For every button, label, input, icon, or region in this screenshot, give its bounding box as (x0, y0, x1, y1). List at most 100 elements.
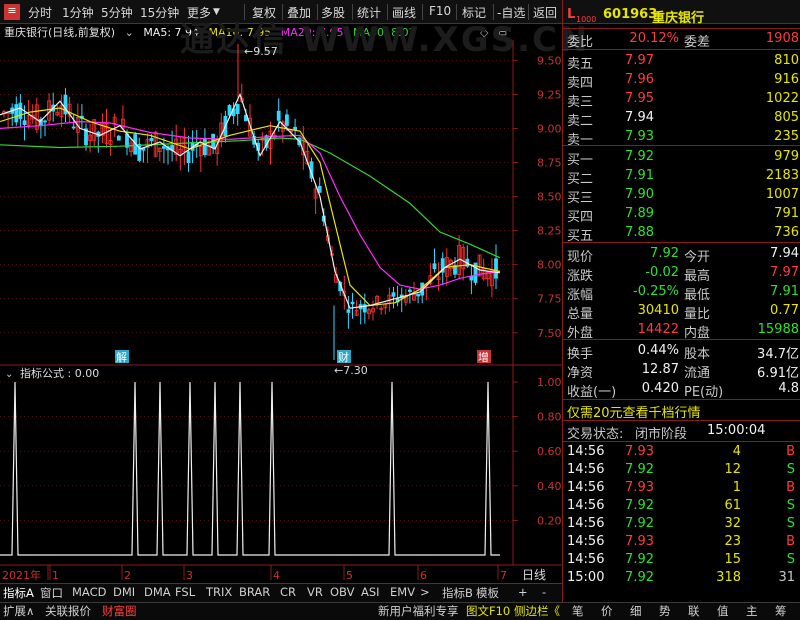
candle-body (149, 138, 154, 142)
footer-link[interactable]: 关联报价 (45, 603, 91, 619)
l-badge: L (567, 7, 576, 22)
tick-vol: 1 (732, 480, 741, 495)
indicator-tab[interactable]: - (542, 585, 546, 599)
footer-link[interactable]: 图文F10 (466, 603, 510, 619)
footer-link[interactable]: 财富圈 (102, 603, 137, 619)
indicator-tab[interactable]: CR (280, 585, 296, 599)
footer-tab[interactable]: 价 (601, 603, 613, 619)
tab-more[interactable]: 更多 (187, 4, 211, 21)
indicator-tab[interactable]: OBV (330, 585, 354, 599)
ask-row[interactable]: 卖四 7.96 916 (567, 71, 799, 91)
footer-tab[interactable]: 值 (717, 603, 729, 619)
footer-link[interactable]: 新用户福利专享 (378, 603, 459, 619)
footer-tab[interactable]: 筹 (775, 603, 787, 619)
bid-price: 7.90 (625, 187, 654, 202)
tick-price: 7.92 (625, 516, 654, 531)
footer-link[interactable]: 侧边栏《 (514, 603, 560, 619)
tick-time: 14:56 (567, 498, 605, 513)
indicator-axis-label: 0.60 (537, 445, 562, 458)
footer-tab[interactable]: 细 (630, 603, 642, 619)
kline-chart[interactable]: 9.50 9.25 9.00 8.75 8.50 8.25 8.00 7.75 7.50 ←9.5… (0, 40, 562, 585)
webi-label: 委比 (567, 35, 594, 50)
stat-value: 30410 (637, 303, 679, 318)
stat-row: 涨幅 -0.25% 最低 7.91 (567, 283, 799, 303)
tick-price: 7.92 (625, 552, 654, 567)
trade-status: 闭市阶段 (635, 427, 688, 442)
chevron-down-icon[interactable]: ▼ (213, 7, 220, 17)
bid-row[interactable]: 买三 7.90 1007 (567, 186, 799, 206)
stat-value: 7.91 (770, 284, 799, 299)
tick-row: 15:00 7.92 318 31 (567, 569, 799, 588)
ask-row[interactable]: 卖五 7.97 810 (567, 52, 799, 72)
candle-body (293, 126, 298, 131)
event-marker[interactable]: 财 (338, 350, 349, 364)
btn-biaoji[interactable]: 标记 (462, 4, 486, 21)
btn-zixuan[interactable]: -自选 (497, 4, 525, 21)
price-axis-label: 8.50 (537, 191, 562, 204)
tab-15min[interactable]: 15分钟 (140, 4, 179, 21)
indicator-tab[interactable]: 模板 (476, 585, 499, 601)
btn-huaxian[interactable]: 画线 (392, 4, 416, 21)
indicator-tab[interactable]: DMI (113, 585, 135, 599)
bid-row[interactable]: 买二 7.91 2183 (567, 167, 799, 187)
footer-tab[interactable]: 主 (746, 603, 758, 619)
promo-link[interactable]: 仅需20元查看千档行情 (567, 402, 701, 421)
btn-fuquan[interactable]: 复权 (252, 4, 276, 21)
tick-time: 14:56 (567, 480, 605, 495)
promo-row[interactable]: 仅需20元查看千档行情 (567, 401, 799, 421)
ma-toggle-icon[interactable]: ⌄ (125, 26, 134, 39)
bid-label: 买一 (567, 153, 594, 168)
footer-tab[interactable]: 势 (659, 603, 671, 619)
indicator-tab[interactable]: DMA (144, 585, 171, 599)
tab-1min[interactable]: 1分钟 (62, 4, 94, 21)
indicator-tab[interactable]: 指标A (3, 585, 34, 601)
footer-tab[interactable]: 联 (688, 603, 700, 619)
footer-link[interactable]: 扩展∧ (3, 603, 34, 619)
tick-time: 15:00 (567, 570, 605, 585)
stat-value: 6.91亿 (757, 366, 799, 381)
indicator-tab[interactable]: BRAR (239, 585, 270, 599)
indicator-toggle-icon[interactable]: ⌄ (5, 369, 13, 380)
btn-f10[interactable]: F10 (429, 4, 451, 18)
indicator-tab[interactable]: VR (307, 585, 323, 599)
bid-vol: 2183 (765, 168, 799, 183)
indicator-tab[interactable]: FSL (175, 585, 195, 599)
indicator-tab[interactable]: + (518, 585, 528, 599)
price-axis-label: 9.25 (537, 88, 562, 101)
stat-row: 净资 12.87 流通 6.91亿 (567, 361, 799, 381)
indicator-tab[interactable]: EMV (390, 585, 415, 599)
indicator-tab[interactable]: 窗口 (40, 585, 63, 601)
ask-label: 卖二 (567, 114, 594, 129)
price-axis-label: 8.75 (537, 157, 562, 170)
event-marker[interactable]: 增 (478, 350, 489, 364)
tick-time: 14:56 (567, 534, 605, 549)
tick-vol: 32 (724, 516, 741, 531)
indicator-tab[interactable]: TRIX (206, 585, 232, 599)
ask-row[interactable]: 卖三 7.95 1022 (567, 90, 799, 110)
btn-back[interactable]: 返回 (533, 4, 557, 21)
tab-fenshi[interactable]: 分时 (28, 4, 52, 21)
bid-row[interactable]: 买四 7.89 791 (567, 205, 799, 225)
footer-bar: 扩展∧ 关联报价 财富圈 新用户福利专享 图文F10 侧边栏《笔 价 细 势 联 值 主 筹 (0, 602, 800, 620)
btn-duogu[interactable]: 多股 (321, 4, 345, 21)
menu-icon[interactable]: ≡ (4, 4, 20, 20)
stat-label: 最低 (684, 288, 711, 303)
indicator-tab[interactable]: MACD (72, 585, 106, 599)
event-marker[interactable]: 解 (116, 350, 127, 364)
period-label[interactable]: 日线 (522, 566, 546, 583)
candle-body (71, 126, 76, 129)
bid-row[interactable]: 买五 7.88 736 (567, 224, 799, 244)
btn-diejia[interactable]: 叠加 (287, 4, 311, 21)
ask-row[interactable]: 卖二 7.94 805 (567, 109, 799, 129)
bid-row[interactable]: 买一 7.92 979 (567, 148, 799, 168)
btn-tongji[interactable]: 统计 (357, 4, 381, 21)
collapse-icon[interactable]: ⊟ (498, 25, 507, 38)
indicator-tab[interactable]: 指标B (442, 585, 473, 601)
footer-tab[interactable]: 笔 (572, 603, 584, 619)
stock-code-row: L 1000 601963 重庆银行 (567, 6, 799, 26)
tab-5min[interactable]: 5分钟 (101, 4, 133, 21)
candle-body (22, 120, 27, 125)
indicator-tab[interactable]: > (420, 585, 430, 599)
indicator-tab[interactable]: ASI (361, 585, 380, 599)
diamond-icon[interactable]: ◇ (480, 26, 488, 39)
